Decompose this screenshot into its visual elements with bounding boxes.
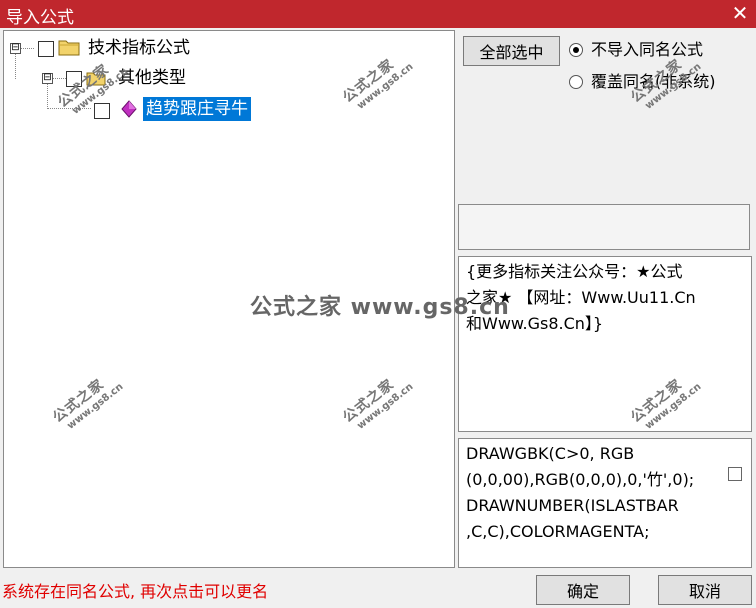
formula-gem-icon	[121, 100, 137, 118]
option-skip-duplicates[interactable]: 不导入同名公式	[569, 38, 749, 62]
watermark-center: 公式之家 www.gs8.cn	[250, 295, 510, 320]
radio-overwrite[interactable]	[569, 75, 583, 89]
code-panel[interactable]: DRAWGBK(C>0, RGB (0,0,00),RGB(0,0,0),0,'…	[458, 438, 752, 568]
window-title: 导入公式	[6, 8, 74, 28]
code-checkbox[interactable]	[728, 467, 742, 481]
title-bar: 导入公式 ✕	[0, 0, 756, 28]
code-line: DRAWGBK(C>0, RGB	[466, 444, 635, 463]
cancel-button[interactable]: 取消	[658, 575, 752, 605]
tree-item-label[interactable]: 趋势跟庄寻牛	[143, 97, 251, 121]
code-text: DRAWGBK(C>0, RGB (0,0,00),RGB(0,0,0),0,'…	[466, 441, 721, 545]
info-field	[458, 204, 750, 250]
collapse-icon[interactable]: ⊟	[10, 43, 21, 54]
status-message: 系统存在同名公式, 再次点击可以更名	[2, 582, 269, 601]
code-line: (0,0,00),RGB(0,0,0),0,'竹',0);	[466, 470, 695, 489]
tree-root-checkbox[interactable]	[38, 41, 54, 57]
select-all-button[interactable]: 全部选中	[463, 36, 560, 66]
description-line: {更多指标关注公众号：★公式	[466, 262, 683, 281]
ok-button[interactable]: 确定	[536, 575, 630, 605]
close-icon[interactable]: ✕	[728, 1, 752, 25]
collapse-icon[interactable]: ⊟	[42, 73, 53, 84]
tree-group-label: 其他类型	[118, 68, 186, 88]
tree-item-checkbox[interactable]	[94, 103, 110, 119]
folder-icon	[58, 40, 80, 56]
tree-node-item[interactable]: 趋势跟庄寻牛	[4, 97, 304, 121]
code-line: ,C,C),COLORMAGENTA;	[466, 522, 650, 541]
tree-node-group[interactable]: ⊟ 其他类型	[4, 66, 304, 90]
radio-skip-duplicates[interactable]	[569, 43, 583, 57]
tree-node-root[interactable]: ⊟ 技术指标公式	[4, 36, 304, 60]
code-line: DRAWNUMBER(ISLASTBAR	[466, 496, 679, 515]
description-panel[interactable]: {更多指标关注公众号：★公式 之家★ 【网址：Www.Uu11.Cn 和Www.…	[458, 256, 752, 432]
